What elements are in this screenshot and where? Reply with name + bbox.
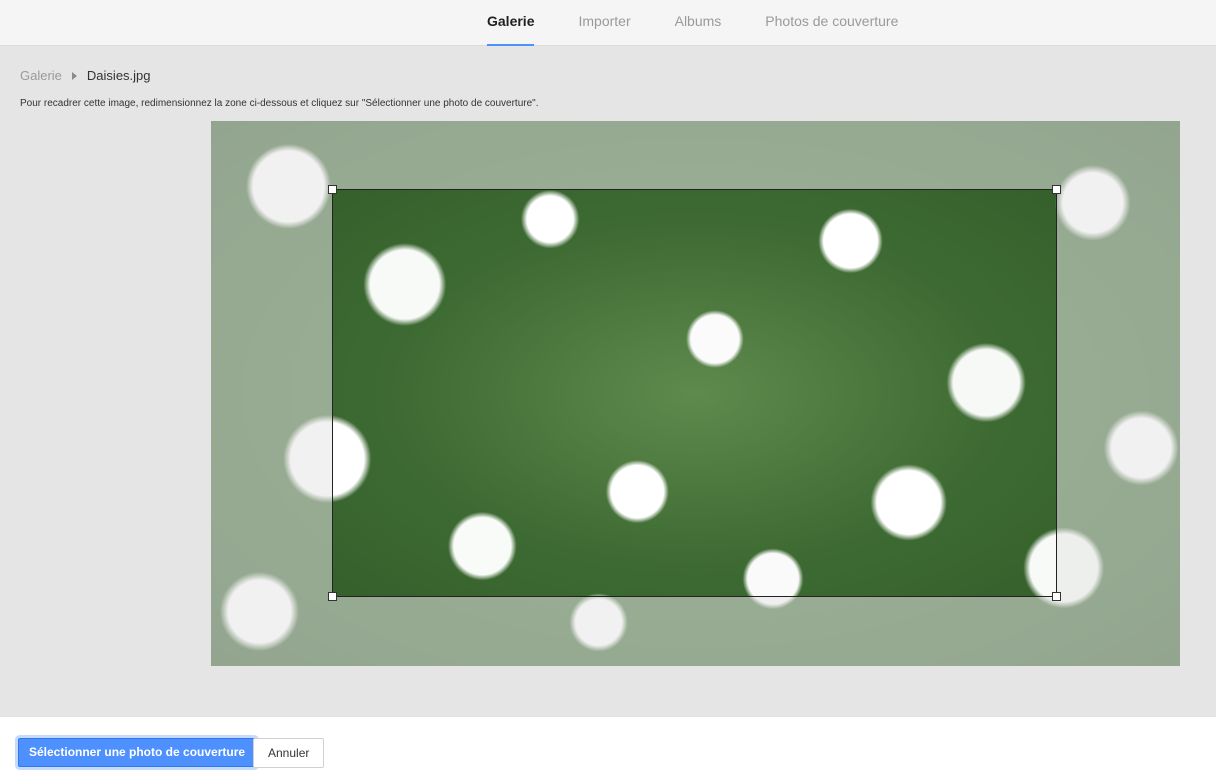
crop-handle-top-left[interactable] <box>328 185 337 194</box>
breadcrumb: Galerie Daisies.jpg <box>20 68 151 83</box>
crop-handle-bottom-right[interactable] <box>1052 592 1061 601</box>
crop-handle-bottom-left[interactable] <box>328 592 337 601</box>
chevron-right-icon <box>71 71 77 80</box>
cancel-button[interactable]: Annuler <box>253 738 325 768</box>
dim-overlay-top <box>211 121 1180 189</box>
tab-galerie[interactable]: Galerie <box>487 0 535 46</box>
action-footer: Sélectionner une photo de couverture Ann… <box>0 716 1216 780</box>
dim-overlay-right <box>1057 189 1180 597</box>
photo-crop-canvas[interactable] <box>211 121 1180 666</box>
breadcrumb-current-file: Daisies.jpg <box>86 68 151 83</box>
crop-selection-box[interactable] <box>328 185 1061 601</box>
tab-photos-de-couverture[interactable]: Photos de couverture <box>765 0 898 46</box>
crop-handle-top-right[interactable] <box>1052 185 1061 194</box>
tab-importer[interactable]: Importer <box>578 0 630 46</box>
dim-overlay-bottom <box>211 597 1180 666</box>
dim-overlay-left <box>211 189 332 597</box>
breadcrumb-galerie-link[interactable]: Galerie <box>20 68 62 83</box>
tab-list: Galerie Importer Albums Photos de couver… <box>487 0 942 46</box>
top-navigation-bar: Galerie Importer Albums Photos de couver… <box>0 0 1216 46</box>
crop-instructions: Pour recadrer cette image, redimensionne… <box>20 98 539 109</box>
tab-albums[interactable]: Albums <box>675 0 722 46</box>
select-cover-photo-button[interactable]: Sélectionner une photo de couverture <box>18 738 257 767</box>
